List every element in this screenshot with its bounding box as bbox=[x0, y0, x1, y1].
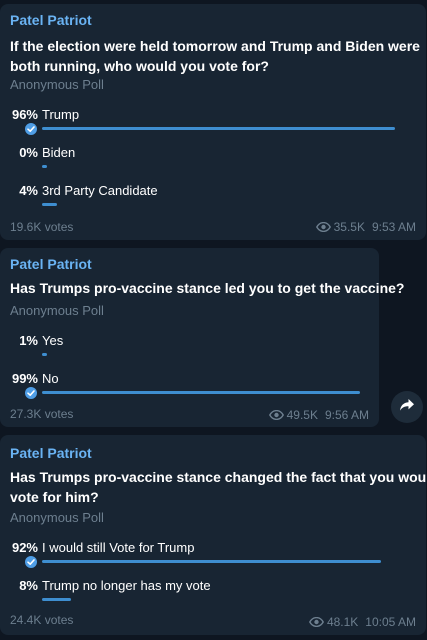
poll-question-line: vote for him? bbox=[10, 489, 99, 505]
sender-name[interactable]: Patel Patriot bbox=[10, 445, 92, 461]
poll-question-line: If the election were held tomorrow and T… bbox=[10, 38, 420, 54]
share-button[interactable] bbox=[391, 391, 423, 423]
message-bubble: Patel Patriot If the election were held … bbox=[0, 4, 426, 240]
option-bar bbox=[42, 165, 47, 168]
option-label: Trump bbox=[42, 107, 80, 122]
vote-count: 24.4K votes bbox=[10, 613, 74, 627]
poll-question: If the election were held tomorrow and T… bbox=[10, 36, 420, 76]
option-percent: 96% bbox=[11, 107, 38, 122]
poll-type-label: Anonymous Poll bbox=[10, 510, 104, 525]
option-label: Biden bbox=[42, 145, 76, 160]
checkmark-icon bbox=[25, 123, 37, 135]
poll-question: Has Trumps pro-vaccine stance led you to… bbox=[10, 278, 404, 298]
poll-type-label: Anonymous Poll bbox=[10, 303, 104, 318]
option-label: I would still Vote for Trump bbox=[42, 540, 195, 555]
checkmark-icon bbox=[25, 387, 37, 399]
option-label: Yes bbox=[42, 333, 64, 348]
message-bubble: Patel Patriot Has Trumps pro-vaccine sta… bbox=[0, 248, 404, 427]
option-percent: 8% bbox=[19, 578, 38, 593]
view-count: 48.1K bbox=[326, 615, 359, 629]
option-bar bbox=[42, 353, 47, 356]
option-bar bbox=[42, 598, 71, 601]
option-label: 3rd Party Candidate bbox=[42, 183, 158, 198]
option-percent: 0% bbox=[19, 145, 38, 160]
option-percent: 99% bbox=[11, 371, 38, 386]
option-label: Trump no longer has my vote bbox=[42, 578, 211, 593]
message-time: 9:53 AM bbox=[371, 220, 416, 234]
view-count: 35.5K bbox=[333, 220, 365, 234]
poll-question: Has Trumps pro-vaccine stance changed th… bbox=[10, 467, 427, 507]
poll-question-line: Has Trumps pro-vaccine stance changed th… bbox=[10, 469, 427, 485]
message-meta: 49.5K 9:56 AM bbox=[268, 408, 369, 422]
sender-name[interactable]: Patel Patriot bbox=[10, 12, 92, 28]
message-meta: 48.1K 10:05 AM bbox=[308, 615, 416, 629]
eye-icon bbox=[268, 410, 284, 420]
option-label: No bbox=[42, 371, 59, 386]
option-percent: 4% bbox=[19, 183, 38, 198]
option-bar bbox=[42, 127, 395, 130]
poll-question-line: Has Trumps pro-vaccine stance led you to… bbox=[10, 280, 405, 296]
message-meta: 35.5K 9:53 AM bbox=[315, 220, 416, 234]
option-percent: 1% bbox=[19, 333, 38, 348]
option-bar bbox=[42, 391, 360, 394]
option-bar bbox=[42, 560, 381, 563]
sender-name[interactable]: Patel Patriot bbox=[10, 256, 92, 272]
poll-question-line: both running, who would you vote for? bbox=[10, 58, 269, 74]
option-bar bbox=[42, 203, 57, 206]
eye-icon bbox=[315, 222, 331, 232]
checkmark-icon bbox=[25, 556, 37, 568]
message-time: 9:56 AM bbox=[324, 408, 369, 422]
poll-type-label: Anonymous Poll bbox=[10, 77, 104, 92]
vote-count: 27.3K votes bbox=[10, 407, 74, 421]
vote-count: 19.6K votes bbox=[10, 220, 74, 234]
message-bubble: Patel Patriot Has Trumps pro-vaccine sta… bbox=[0, 435, 427, 635]
option-percent: 92% bbox=[11, 540, 38, 555]
eye-icon bbox=[308, 617, 324, 627]
message-time: 10:05 AM bbox=[365, 615, 416, 629]
view-count: 49.5K bbox=[286, 408, 318, 422]
share-arrow-icon bbox=[399, 398, 415, 417]
